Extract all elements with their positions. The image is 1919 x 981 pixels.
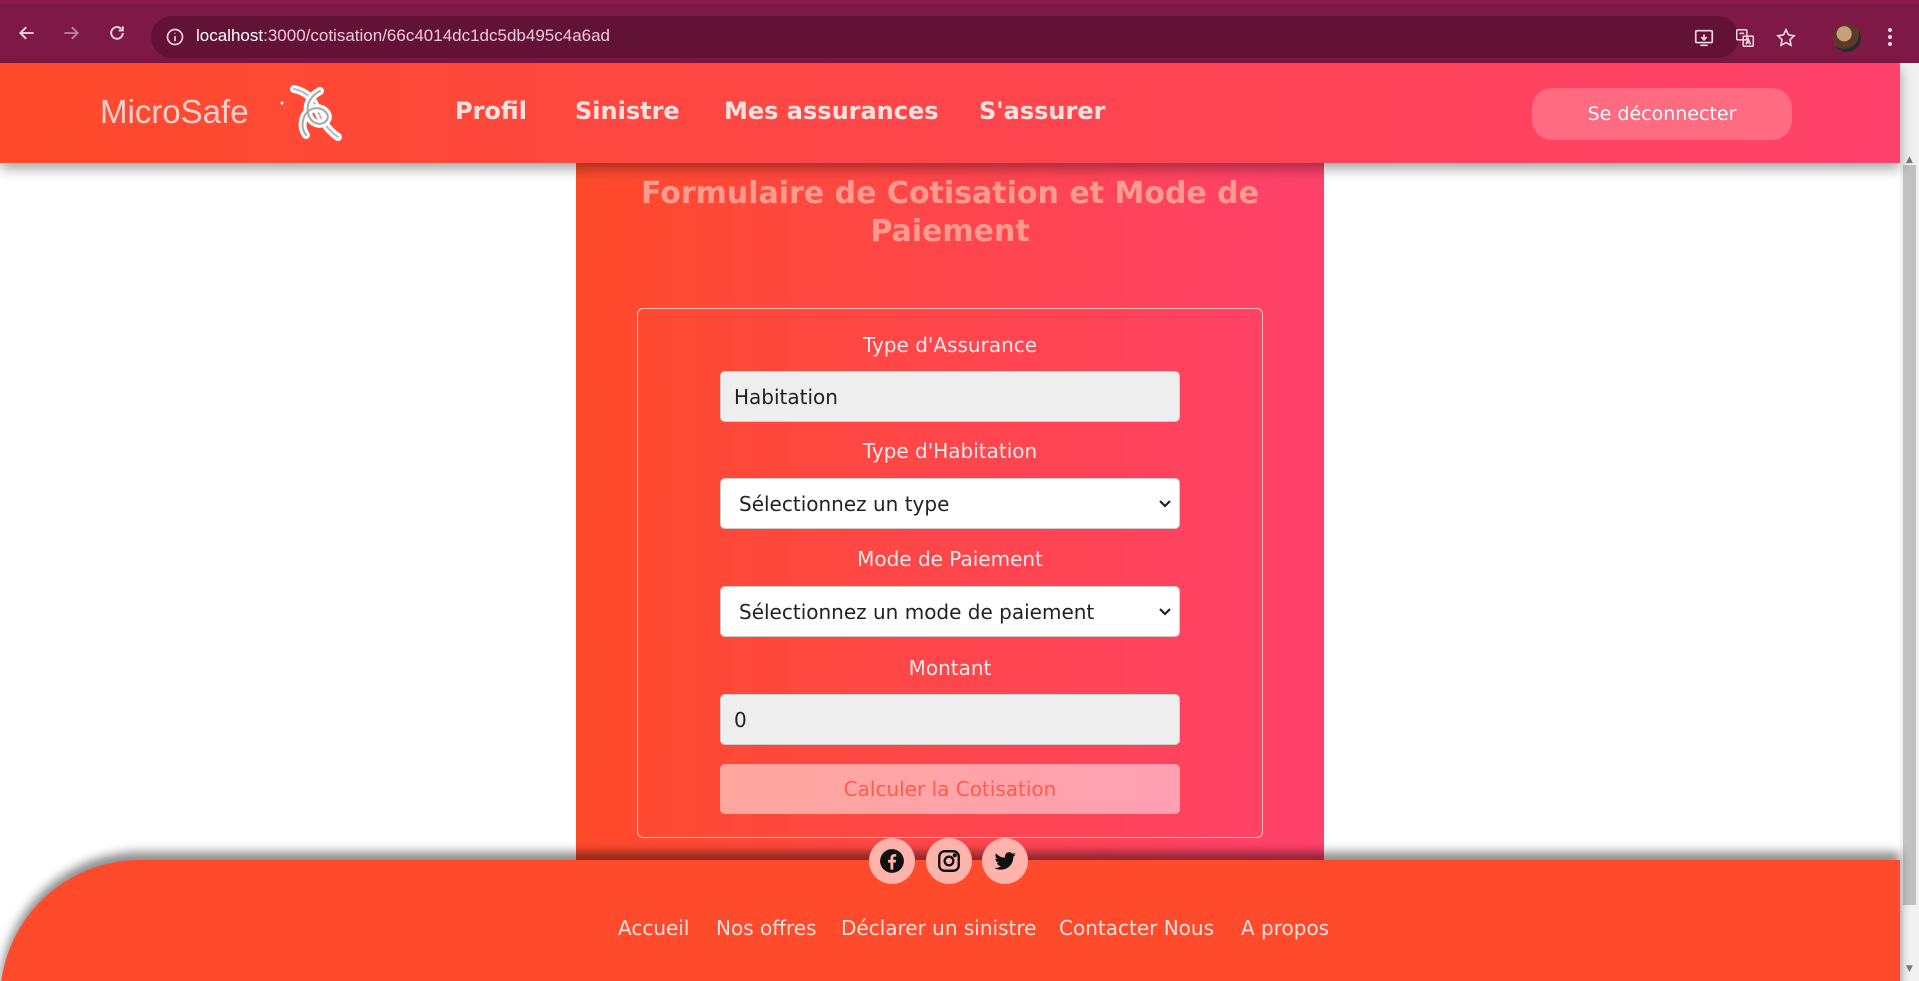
reload-icon: [110, 26, 124, 40]
nav-sinistre[interactable]: Sinistre: [575, 97, 680, 125]
insurance-type-label: Type d'Assurance: [862, 333, 1038, 357]
site-info-icon[interactable]: [165, 27, 185, 47]
translate-icon[interactable]: [1734, 27, 1756, 49]
url-text[interactable]: localhost:3000/cotisation/66c4014dc1dc5d…: [196, 26, 610, 46]
profile-avatar[interactable]: [1833, 24, 1861, 52]
housing-type-select[interactable]: Sélectionnez un type: [720, 478, 1180, 529]
knot-logo-icon[interactable]: [280, 81, 350, 151]
url-path: :3000/cotisation/66c4014dc1dc5db495c4a6a…: [263, 26, 611, 45]
reload-button[interactable]: [102, 18, 132, 48]
instagram-link[interactable]: [926, 838, 972, 884]
page-title: Formulaire de Cotisation et Mode de Paie…: [640, 176, 1260, 249]
chevron-down-icon: [1159, 500, 1171, 508]
more-menu-icon[interactable]: [1880, 22, 1900, 52]
footer-link-contacter-nous[interactable]: Contacter Nous: [1059, 916, 1214, 940]
housing-type-label: Type d'Habitation: [862, 439, 1038, 463]
twitter-icon: [994, 852, 1016, 870]
chevron-down-icon: [1159, 608, 1171, 616]
footer-link-declarer-sinistre[interactable]: Déclarer un sinistre: [841, 916, 1036, 940]
amount-label: Montant: [908, 656, 992, 680]
url-host: localhost: [196, 26, 264, 45]
facebook-link[interactable]: [869, 838, 915, 884]
twitter-link[interactable]: [982, 838, 1028, 884]
footer-link-accueil[interactable]: Accueil: [618, 916, 689, 940]
facebook-icon: [880, 849, 904, 873]
scroll-down-arrow[interactable]: ▼: [1904, 964, 1915, 974]
arrow-right-icon: [64, 26, 79, 40]
browser-toolbar: localhost:3000/cotisation/66c4014dc1dc5d…: [0, 0, 1919, 63]
cotisation-card: Formulaire de Cotisation et Mode de Paie…: [576, 163, 1324, 863]
payment-mode-label: Mode de Paiement: [857, 547, 1043, 571]
instagram-icon: [938, 850, 960, 872]
insurance-type-field[interactable]: Habitation: [720, 371, 1180, 422]
scroll-up-arrow[interactable]: ▲: [1904, 155, 1915, 165]
install-app-icon[interactable]: [1693, 27, 1715, 49]
logout-button[interactable]: Se déconnecter: [1532, 88, 1792, 140]
back-button[interactable]: [12, 18, 42, 48]
brand-name[interactable]: MicroSafe: [100, 93, 249, 131]
payment-mode-select[interactable]: Sélectionnez un mode de paiement: [720, 586, 1180, 637]
amount-field[interactable]: 0: [720, 694, 1180, 745]
cotisation-form: Type d'Assurance Habitation Type d'Habit…: [637, 308, 1263, 838]
site-header: MicroSafe Profil Sinistre Mes assurances…: [0, 63, 1900, 163]
calculate-button[interactable]: Calculer la Cotisation: [720, 764, 1180, 814]
nav-s-assurer[interactable]: S'assurer: [979, 97, 1105, 125]
address-bar[interactable]: localhost:3000/cotisation/66c4014dc1dc5d…: [151, 16, 1796, 58]
housing-type-selected: Sélectionnez un type: [739, 491, 950, 516]
scrollbar-thumb[interactable]: [1903, 165, 1916, 905]
nav-mes-assurances[interactable]: Mes assurances: [724, 97, 939, 125]
payment-mode-selected: Sélectionnez un mode de paiement: [739, 599, 1095, 624]
footer-link-a-propos[interactable]: A propos: [1241, 916, 1329, 940]
forward-button[interactable]: [56, 18, 86, 48]
footer-link-nos-offres[interactable]: Nos offres: [716, 916, 817, 940]
nav-profil[interactable]: Profil: [455, 97, 527, 125]
arrow-left-icon: [19, 26, 34, 40]
star-icon[interactable]: [1775, 27, 1797, 49]
